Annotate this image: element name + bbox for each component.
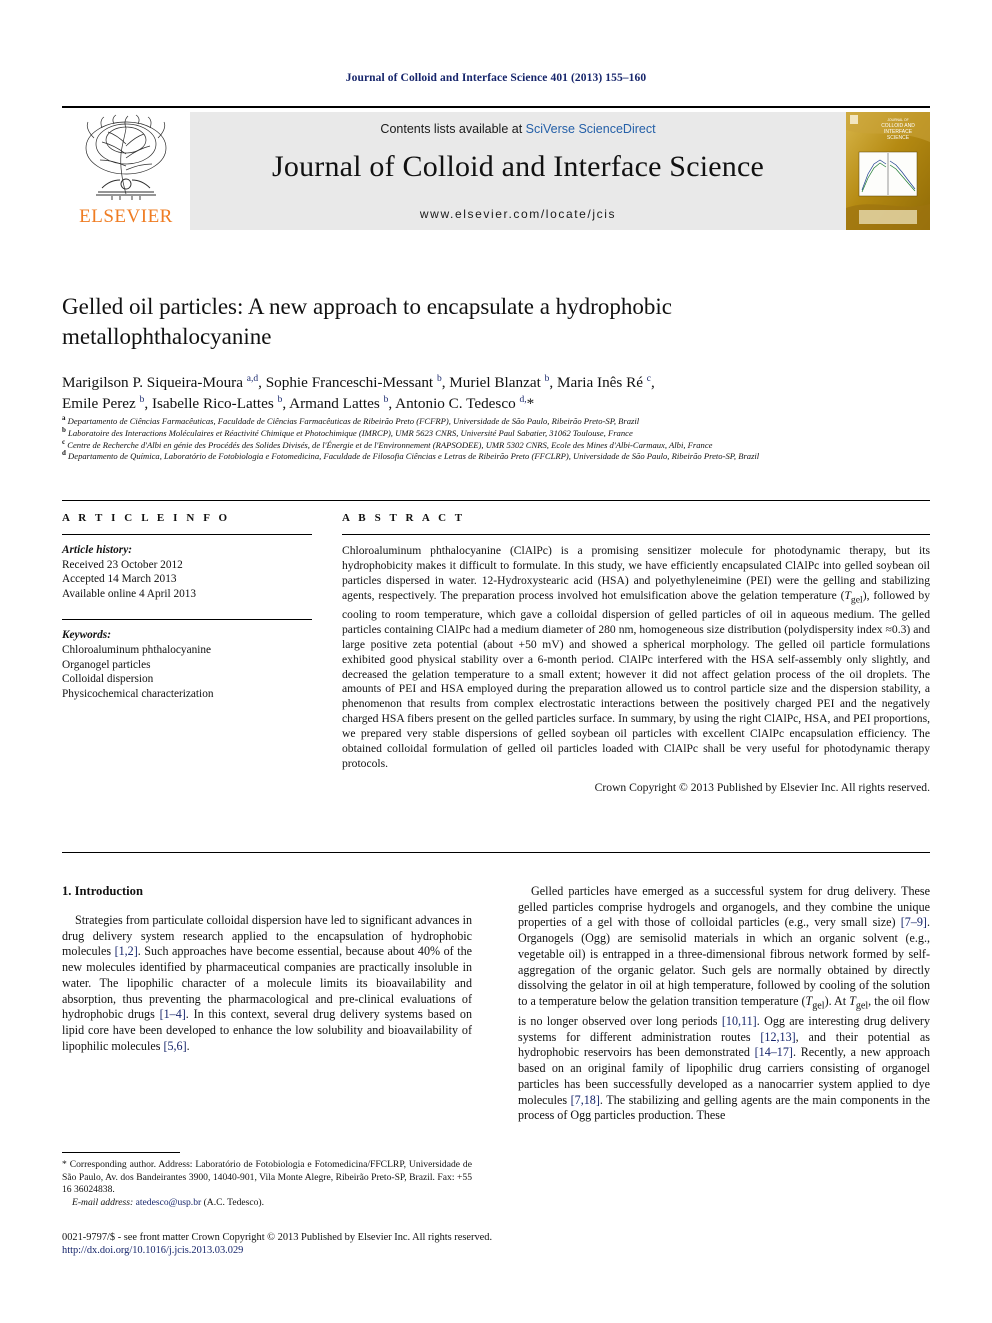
keyword-item: Chloroaluminum phthalocyanine bbox=[62, 643, 212, 656]
journal-masthead: ELSEVIER Contents lists available at Sci… bbox=[62, 106, 930, 230]
author-line-1: Marigilson P. Siqueira-Moura a,d, Sophie… bbox=[62, 373, 655, 391]
cover-art-icon: JOURNAL OF COLLOID AND INTERFACE SCIENCE bbox=[846, 112, 930, 230]
page-footer: 0021-9797/$ - see front matter Crown Cop… bbox=[62, 1231, 930, 1258]
svg-text:SCIENCE: SCIENCE bbox=[887, 135, 910, 141]
keyword-item: Colloidal dispersion bbox=[62, 673, 154, 686]
keyword-item: Physicochemical characterization bbox=[62, 687, 214, 700]
footnote-body: * Corresponding author. Address: Laborat… bbox=[62, 1159, 472, 1209]
contents-list-line: Contents lists available at SciVerse Sci… bbox=[190, 122, 846, 136]
article-history: Article history: Received 23 October 201… bbox=[62, 543, 312, 601]
history-item: Received 23 October 2012 bbox=[62, 558, 183, 571]
keyword-item: Organogel particles bbox=[62, 658, 151, 671]
abstract-text: Chloroaluminum phthalocyanine (ClAlPc) i… bbox=[342, 544, 930, 770]
corresponding-author-text: * Corresponding author. Address: Laborat… bbox=[62, 1159, 472, 1196]
email-suffix: (A.C. Tedesco). bbox=[201, 1196, 265, 1208]
footnote-rule bbox=[62, 1152, 180, 1153]
article-page: Journal of Colloid and Interface Science… bbox=[0, 0, 992, 1323]
keywords-label: Keywords: bbox=[62, 629, 111, 642]
doi-link[interactable]: http://dx.doi.org/10.1016/j.jcis.2013.03… bbox=[62, 1244, 930, 1257]
issn-copyright-line: 0021-9797/$ - see front matter Crown Cop… bbox=[62, 1232, 493, 1243]
intro-paragraph-left: Strategies from particulate colloidal di… bbox=[62, 913, 472, 1053]
author-list: Marigilson P. Siqueira-Moura a,d, Sophie… bbox=[62, 372, 930, 414]
article-info-block: A R T I C L E I N F O Article history: R… bbox=[62, 512, 312, 701]
keywords-rule bbox=[62, 619, 312, 621]
corresponding-author-footnote: * Corresponding author. Address: Laborat… bbox=[62, 1152, 472, 1209]
body-column-left: 1. Introduction Strategies from particul… bbox=[62, 884, 472, 1054]
intro-paragraph-right: Gelled particles have emerged as a succe… bbox=[518, 884, 931, 1123]
elsevier-logo: ELSEVIER bbox=[62, 112, 190, 230]
article-title: Gelled oil particles: A new approach to … bbox=[62, 294, 672, 349]
affiliation-item: a Departamento de Ciências Farmacêuticas… bbox=[62, 414, 640, 426]
svg-text:JOURNAL OF: JOURNAL OF bbox=[887, 118, 908, 122]
email-line: E-mail address: atedesco@usp.br (A.C. Te… bbox=[62, 1197, 472, 1210]
affiliation-list: a Departamento de Ciências Farmacêuticas… bbox=[62, 414, 942, 463]
section-heading-introduction: 1. Introduction bbox=[62, 884, 143, 898]
abstract-rule bbox=[342, 534, 930, 535]
running-head: Journal of Colloid and Interface Science… bbox=[345, 72, 647, 84]
article-history-label: Article history: bbox=[62, 544, 132, 556]
keywords-block: Keywords: Chloroaluminum phthalocyanine … bbox=[62, 619, 312, 701]
author-line-2: Emile Perez b, Isabelle Rico-Lattes b, A… bbox=[62, 394, 535, 412]
history-item: Available online 4 April 2013 bbox=[62, 587, 197, 600]
journal-title: Journal of Colloid and Interface Science bbox=[272, 150, 764, 183]
email-link[interactable]: atedesco@usp.br bbox=[136, 1197, 202, 1208]
abstract-copyright: Crown Copyright © 2013 Published by Else… bbox=[594, 780, 930, 794]
sciencedirect-link[interactable]: SciVerse ScienceDirect bbox=[526, 122, 656, 136]
journal-url[interactable]: www.elsevier.com/locate/jcis bbox=[190, 207, 846, 221]
elsevier-wordmark: ELSEVIER bbox=[79, 206, 173, 227]
affiliation-item: d Departamento de Química, Laboratório d… bbox=[62, 449, 760, 462]
email-label: E-mail address: bbox=[72, 1196, 134, 1208]
info-block-top-rule bbox=[62, 500, 930, 501]
affiliation-item: b Laboratoire des Interactions Moléculai… bbox=[62, 425, 633, 438]
abstract-heading: A B S T R A C T bbox=[342, 512, 466, 524]
masthead-center: Contents lists available at SciVerse Sci… bbox=[190, 112, 846, 230]
affiliation-item: c Centre de Recherche d'Albi en génie de… bbox=[62, 437, 713, 450]
info-block-bottom-rule bbox=[62, 852, 930, 853]
elsevier-tree-icon bbox=[85, 114, 167, 200]
body-column-right: Gelled particles have emerged as a succe… bbox=[518, 884, 930, 1124]
abstract-block: A B S T R A C T Chloroaluminum phthalocy… bbox=[342, 512, 930, 794]
article-info-rule bbox=[62, 534, 312, 535]
history-item: Accepted 14 March 2013 bbox=[62, 573, 177, 586]
journal-cover-thumbnail: JOURNAL OF COLLOID AND INTERFACE SCIENCE bbox=[846, 112, 930, 230]
article-info-heading: A R T I C L E I N F O bbox=[62, 512, 231, 524]
contents-prefix: Contents lists available at bbox=[380, 122, 526, 136]
